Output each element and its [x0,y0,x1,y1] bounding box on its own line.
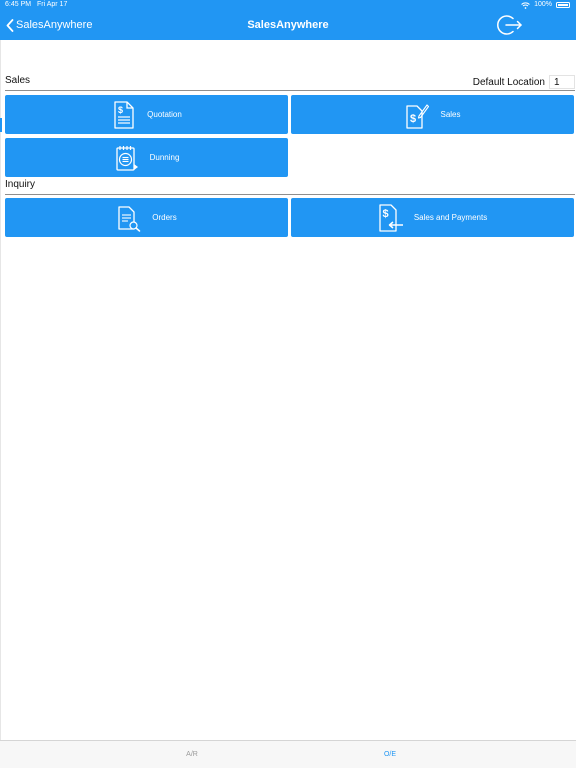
svg-text:$: $ [410,113,416,125]
wifi-icon [521,1,530,9]
sales-section-header: Sales Default Location [5,74,575,91]
sales-and-payments-button-label: Sales and Payments [413,213,488,222]
status-bar: 6:45 PM Fri Apr 17 100% [0,0,576,10]
nav-bar: SalesAnywhere SalesAnywhere [0,10,576,40]
sales-payments-icon: $ [378,203,404,233]
status-time: 6:45 PM [5,1,32,8]
back-button[interactable]: SalesAnywhere [6,10,92,40]
battery-percent: 100% [534,1,552,8]
dunning-button-label: Dunning [149,153,180,162]
dunning-button[interactable]: Dunning [5,138,288,177]
tab-bar: A/R O/E [0,740,576,768]
quotation-button-label: Quotation [147,110,182,119]
svg-text:$: $ [118,105,123,115]
inquiry-section-title: Inquiry [5,179,36,190]
sales-and-payments-button[interactable]: $ Sales and Payments [291,198,574,237]
logout-button[interactable] [497,13,523,37]
left-edge-divider [0,40,1,740]
battery-icon [556,2,570,8]
svg-text:$: $ [382,208,388,220]
dunning-notepad-icon [114,143,140,173]
orders-search-icon [116,203,142,233]
tab-oe[interactable]: O/E [246,741,534,768]
quotation-button[interactable]: $ Quotation [5,95,288,134]
default-location: Default Location [473,75,575,89]
status-date: Fri Apr 17 [37,1,68,8]
left-scroll-indicator [0,118,2,132]
back-button-label: SalesAnywhere [16,19,93,31]
sales-document-icon: $ [404,100,430,130]
default-location-label: Default Location [472,76,545,88]
orders-button-label: Orders [152,213,177,222]
default-location-input[interactable] [549,75,575,89]
orders-button[interactable]: Orders [5,198,288,237]
sales-button-label: Sales [440,110,461,119]
sales-section-title: Sales [5,75,31,86]
inquiry-section-header: Inquiry [5,178,575,195]
status-right: 100% [521,0,570,10]
sales-button[interactable]: $ Sales [291,95,574,134]
chevron-left-icon [6,18,14,32]
quotation-document-icon: $ [111,100,137,130]
logout-icon [497,15,522,35]
